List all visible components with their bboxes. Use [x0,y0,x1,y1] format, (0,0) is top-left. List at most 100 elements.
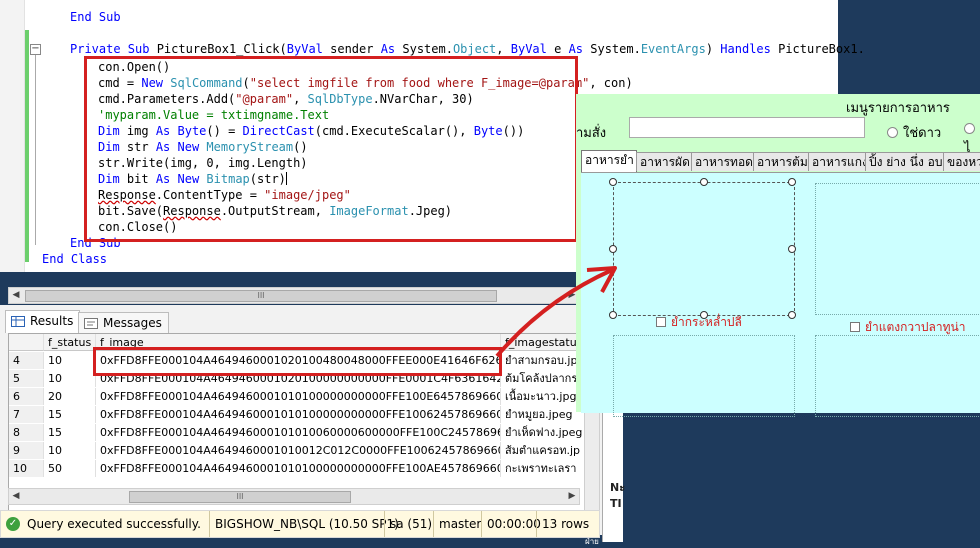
checkbox-icon [656,317,666,327]
scrollbar-thumb[interactable]: III [25,290,497,302]
footer-mark: ฝ่าย [585,537,599,546]
picturebox-3[interactable] [613,335,795,417]
resize-handle[interactable] [609,245,617,253]
radio-option-1-label: ใช่ดาว [903,126,942,141]
tab-category-curry[interactable]: อาหารแกง [808,152,868,171]
cell-f-imagestatus[interactable]: ต้มโคล้งปลากร [501,370,585,387]
tab-category-yum[interactable]: อาหารยำ [581,150,637,173]
code-token: System. [583,42,641,56]
messages-icon [84,318,98,329]
code-token: PictureBox1_Click( [149,42,287,56]
highlight-box-code [84,56,578,242]
table-row[interactable]: 10 50 0xFFD8FFE000104A464946000101010000… [9,460,585,478]
code-token: Object [452,42,497,56]
resize-handle[interactable] [788,178,796,186]
results-panel: Results Messages f_status f_image f_imag… [0,305,602,535]
radio-option-1[interactable]: ใช่ดาว [887,122,941,143]
cell-f-imagestatus[interactable]: ยำสามกรอบ.jp [501,352,585,369]
scrollbar-grip: III [257,291,265,300]
code-token: , [496,42,511,56]
code-token: EventArgs [640,42,706,56]
cell-f-status[interactable]: 10 [44,442,96,459]
cell-f-imagestatus[interactable]: ยำหมูยอ.jpeg [501,406,585,423]
tab-category-fried[interactable]: อาหารทอด [691,152,756,171]
resize-handle[interactable] [788,245,796,253]
cell-f-imagestatus[interactable]: เนื้อมะนาว.jpg [501,388,585,405]
tab-messages[interactable]: Messages [78,312,169,333]
menu-title: เมนูรายการอาหาร [846,101,950,116]
tab-results-label: Results [30,314,74,328]
cell-f-status[interactable]: 10 [44,352,96,369]
resize-handle[interactable] [609,311,617,319]
query-status-bar: ✓ Query executed successfully. BIGSHOW_N… [0,510,600,538]
cell-f-status[interactable]: 15 [44,424,96,441]
checkbox-item-1-label: ยำกระหล่ำปลี [671,315,742,329]
checkbox-item-1[interactable]: ยำกระหล่ำปลี [656,313,742,332]
tab-category-soup[interactable]: อาหารต้ม [753,152,811,171]
cell-f-image[interactable]: 0xFFD8FFE000104A464946000101010000000000… [96,388,501,405]
editor-horizontal-scrollbar[interactable]: ◀ III ▶ [8,287,580,304]
row-number: 7 [9,406,44,423]
code-token: As [380,42,396,56]
row-number: 9 [9,442,44,459]
tab-category-grill[interactable]: ปิ้ง ย่าง นึ่ง อบ [865,152,946,171]
scrollbar-thumb[interactable]: III [129,491,351,503]
grid-horizontal-scrollbar[interactable]: ◀ III ▶ [8,488,580,505]
tab-messages-label: Messages [103,316,162,330]
cell-f-imagestatus[interactable]: ยำเห็ดฟาง.jpeg [501,424,585,441]
code-token: , con) [589,76,633,90]
status-user: sa (51) [384,511,437,537]
cell-f-status[interactable]: 10 [44,370,96,387]
picturebox-1[interactable] [613,182,795,316]
table-row[interactable]: 7 15 0xFFD8FFE000104A4649460001010100000… [9,406,585,424]
resize-handle[interactable] [700,178,708,186]
cell-f-image[interactable]: 0xFFD8FFE000104A464946000101010000000000… [96,460,501,477]
code-line-end-class: End Class [42,252,108,266]
picturebox-4[interactable] [815,335,980,417]
scroll-right-icon[interactable]: ▶ [565,489,579,504]
table-row[interactable]: 8 15 0xFFD8FFE000104A4649460001010100600… [9,424,585,442]
collapse-region-icon[interactable]: − [30,44,41,55]
checkbox-item-2-label: ยำแตงกวาปลาทูน่า [865,320,966,334]
cell-f-imagestatus[interactable]: กะเพราทะเลรา [501,460,585,477]
cell-f-status[interactable]: 50 [44,460,96,477]
row-number: 4 [9,352,44,369]
cell-f-image[interactable]: 0xFFD8FFE000104A4649460001010012C012C000… [96,442,501,459]
resize-handle[interactable] [609,178,617,186]
resize-handle[interactable] [788,311,796,319]
form-designer[interactable]: เมนูรายการอาหาร ามสั่ง ใช่ดาว ไ อาหารยำ … [576,94,980,417]
cell-f-image[interactable]: 0xFFD8FFE000104A464946000101010060000600… [96,424,501,441]
side-panel-label: Nะ TI [610,481,626,510]
row-number: 5 [9,370,44,387]
grid-corner [9,334,44,351]
highlight-box-row [93,347,502,376]
order-input[interactable] [629,117,865,138]
radio-icon [887,127,898,138]
outline-guide-line [35,55,36,245]
table-row[interactable]: 6 20 0xFFD8FFE000104A4649460001010100000… [9,388,585,406]
category-tab-page: ยำกระหล่ำปลี ยำแตงกวาปลาทูน่า [581,172,980,417]
row-number: 10 [9,460,44,477]
column-header-f-imagestatus[interactable]: f_imagestatus [501,334,585,351]
code-token: System. [395,42,453,56]
status-server: BIGSHOW_NB\SQL (10.50 SP1) [209,511,404,537]
scroll-left-icon[interactable]: ◀ [9,288,23,303]
success-check-icon: ✓ [6,517,20,531]
code-token: ByVal [286,42,323,56]
cell-f-image[interactable]: 0xFFD8FFE000104A464946000101010000000000… [96,406,501,423]
table-row[interactable]: 9 10 0xFFD8FFE000104A4649460001010012C01… [9,442,585,460]
cell-f-status[interactable]: 15 [44,406,96,423]
cell-f-imagestatus[interactable]: ส้มตำแครอท.jp [501,442,585,459]
side-panel [602,412,623,542]
code-token: Private Sub [70,42,150,56]
cell-f-status[interactable]: 20 [44,388,96,405]
scroll-left-icon[interactable]: ◀ [9,489,23,504]
status-row-count: 13 rows [536,511,594,537]
tab-category-dessert[interactable]: ของหวาน [943,152,980,171]
column-header-f-status[interactable]: f_status [44,334,96,351]
picturebox-2[interactable] [815,183,980,315]
code-token: ) [705,42,721,56]
tab-category-stirfry[interactable]: อาหารผัด [636,152,694,171]
code-token: ByVal [510,42,547,56]
tab-results[interactable]: Results [5,310,81,333]
